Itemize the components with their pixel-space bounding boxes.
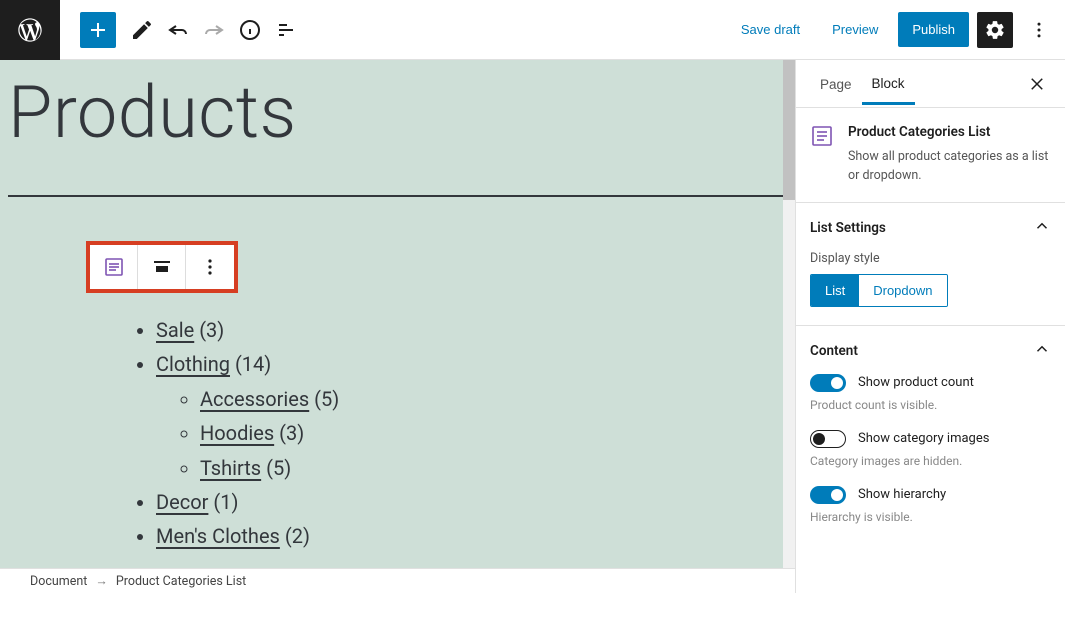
info-button[interactable] [232,12,268,48]
category-link[interactable]: Tshirts [200,456,261,480]
breadcrumb-root[interactable]: Document [30,574,87,589]
block-info-icon [810,124,834,148]
list-item: Decor (1) [156,485,795,519]
toggle-show-product-count[interactable] [810,374,846,392]
publish-button[interactable]: Publish [898,12,969,47]
panel-list-settings-toggle[interactable]: List Settings [810,217,1051,239]
add-block-button[interactable] [80,12,116,48]
product-categories-block[interactable]: Sale (3) Clothing (14) Accessories (5) H… [0,293,795,554]
page-title[interactable]: Products [0,60,795,195]
wordpress-logo[interactable] [0,0,60,60]
toggle-show-hierarchy[interactable] [810,486,846,504]
chevron-up-icon [1033,340,1051,362]
breadcrumb-current[interactable]: Product Categories List [116,574,246,589]
block-more-button[interactable] [186,245,234,289]
undo-button[interactable] [160,12,196,48]
save-draft-button[interactable]: Save draft [729,14,812,45]
category-link[interactable]: Decor [156,490,208,514]
tab-page[interactable]: Page [810,63,862,104]
settings-sidebar: Page Block Product Categories List Show … [795,60,1065,593]
category-link[interactable]: Accessories [200,387,309,411]
outline-button[interactable] [268,12,304,48]
chevron-up-icon [1033,217,1051,239]
display-style-group: List Dropdown [810,274,948,307]
block-info-desc: Show all product categories as a list or… [848,148,1051,186]
top-toolbar: Save draft Preview Publish [0,0,1065,60]
list-item: Men's Clothes (2) [156,519,795,553]
display-style-label: Display style [810,251,1051,266]
list-item: Accessories (5) [200,382,795,416]
close-panel-button[interactable] [1023,70,1051,98]
category-link[interactable]: Sale [156,318,194,342]
category-link[interactable]: Clothing [156,352,230,376]
align-button[interactable] [138,245,186,289]
edit-mode-button[interactable] [124,12,160,48]
panel-content-toggle[interactable]: Content [810,340,1051,362]
list-item: Sale (3) [156,313,795,347]
scrollbar[interactable] [783,60,795,568]
breadcrumb: Document → Product Categories List [0,568,795,593]
redo-button[interactable] [196,12,232,48]
preview-button[interactable]: Preview [820,14,890,45]
list-item: Hoodies (3) [200,416,795,450]
tab-block[interactable]: Block [862,62,915,105]
separator [8,195,787,197]
editor-canvas[interactable]: Products Sale (3) Clothing (14) [0,60,795,568]
list-item: Clothing (14) Accessories (5) Hoodies (3… [156,347,795,485]
block-info-title: Product Categories List [848,124,1051,140]
list-item: Tshirts (5) [200,451,795,485]
category-link[interactable]: Hoodies [200,421,274,445]
category-link[interactable]: Men's Clothes [156,524,280,548]
display-style-list[interactable]: List [811,275,859,306]
more-menu-button[interactable] [1021,12,1057,48]
toggle-show-category-images[interactable] [810,430,846,448]
display-style-dropdown[interactable]: Dropdown [859,275,946,306]
block-type-icon[interactable] [90,245,138,289]
settings-button[interactable] [977,12,1013,48]
block-toolbar [86,241,238,293]
